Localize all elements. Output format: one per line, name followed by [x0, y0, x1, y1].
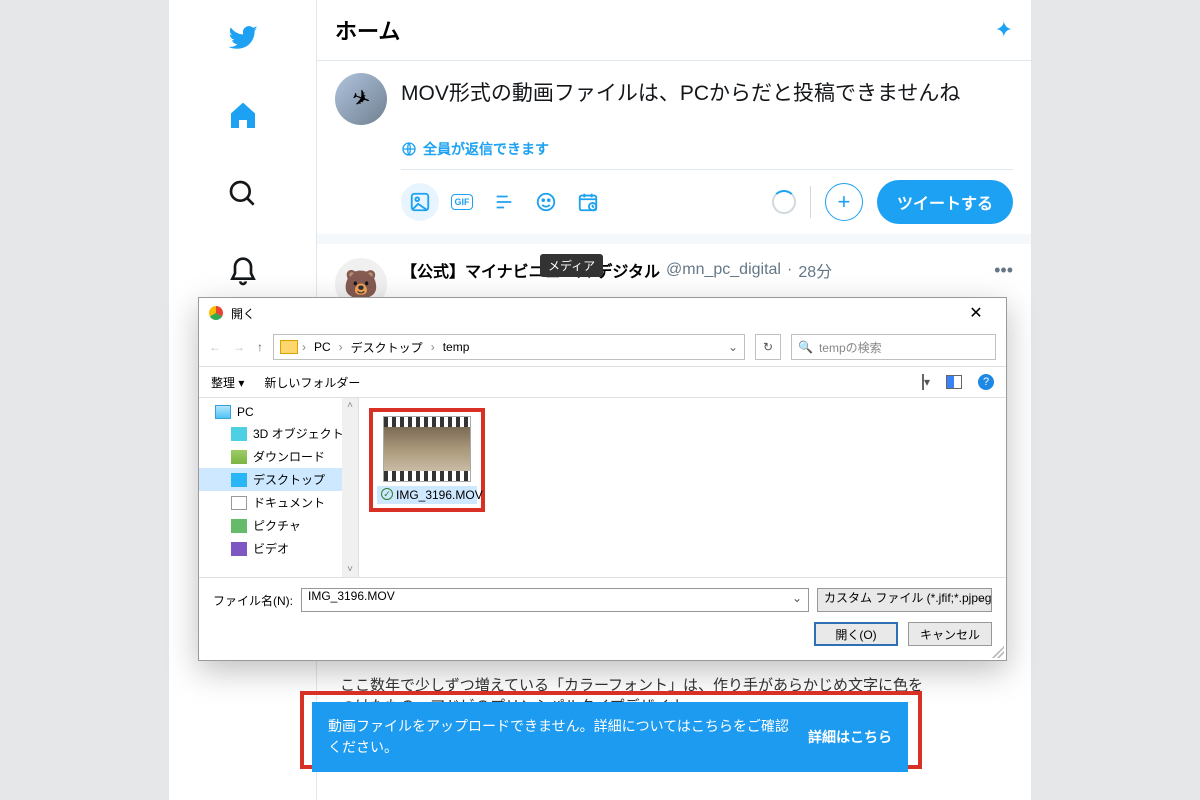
- emoji-icon[interactable]: [527, 183, 565, 221]
- reply-setting[interactable]: 全員が返信できます: [401, 139, 1013, 159]
- dialog-title: 開く: [231, 305, 255, 322]
- breadcrumb[interactable]: デスクトップ: [347, 339, 427, 356]
- help-icon[interactable]: ?: [978, 374, 994, 390]
- gif-icon[interactable]: GIF: [443, 183, 481, 221]
- search-placeholder: tempの検索: [819, 339, 882, 356]
- compose-box: ✈ MOV形式の動画ファイルは、PCからだと投稿できませんね 全員が返信できます…: [317, 61, 1031, 244]
- tree-downloads[interactable]: ダウンロード: [199, 445, 358, 468]
- nav-forward-icon[interactable]: →: [233, 340, 245, 354]
- reply-setting-label: 全員が返信できます: [423, 139, 549, 159]
- avatar[interactable]: ✈: [335, 73, 387, 125]
- path-bar[interactable]: › PC › デスクトップ › temp ⌄: [273, 334, 745, 360]
- schedule-icon[interactable]: [569, 183, 607, 221]
- nav-search-icon[interactable]: [219, 170, 267, 218]
- search-icon: 🔍: [798, 340, 813, 354]
- char-count-spinner: [772, 190, 796, 214]
- view-menu-icon[interactable]: ▾: [922, 375, 930, 389]
- media-icon[interactable]: [401, 183, 439, 221]
- refresh-icon[interactable]: ↻: [755, 334, 781, 360]
- toast-details-link[interactable]: 詳細はこちら: [808, 727, 892, 747]
- sparkle-icon[interactable]: ✦: [995, 17, 1013, 43]
- dialog-toolbar: 整理 ▾ 新しいフォルダー ▾ ?: [199, 366, 1006, 398]
- file-name: IMG_3196.MOV: [396, 488, 483, 502]
- toast-message: 動画ファイルをアップロードできません。詳細についてはこちらをご確認ください。: [328, 716, 792, 758]
- filename-input[interactable]: IMG_3196.MOV: [301, 588, 809, 612]
- feed-author-name: 【公式】マイナビニュース デジタル: [401, 258, 660, 282]
- header: ホーム ✦: [317, 0, 1031, 61]
- breadcrumb[interactable]: temp: [439, 340, 474, 354]
- tree-pictures[interactable]: ピクチャ: [199, 514, 358, 537]
- tree-desktop[interactable]: デスクトップ: [199, 468, 358, 491]
- page-title: ホーム: [335, 14, 400, 46]
- video-thumbnail-icon: [383, 416, 471, 482]
- new-folder-button[interactable]: 新しいフォルダー: [264, 374, 360, 391]
- add-tweet-button[interactable]: +: [825, 183, 863, 221]
- filetype-filter[interactable]: カスタム ファイル (*.jfif;*.pjpeg;*.jp: [817, 588, 992, 612]
- feed-time: 28分: [798, 258, 832, 282]
- folder-icon: [280, 340, 298, 354]
- sync-check-icon: ✓: [381, 488, 393, 500]
- file-item[interactable]: ✓IMG_3196.MOV: [377, 416, 477, 504]
- nav-notifications-icon[interactable]: [219, 248, 267, 296]
- nav-up-icon[interactable]: ↑: [257, 340, 263, 354]
- compose-text[interactable]: MOV形式の動画ファイルは、PCからだと投稿できませんね: [401, 73, 1013, 125]
- search-input[interactable]: 🔍 tempの検索: [791, 334, 996, 360]
- preview-pane-icon[interactable]: [946, 375, 962, 389]
- cancel-button[interactable]: キャンセル: [908, 622, 992, 646]
- tree-scrollbar[interactable]: ˄˅: [342, 398, 358, 577]
- poll-icon[interactable]: [485, 183, 523, 221]
- upload-error-toast: 動画ファイルをアップロードできません。詳細についてはこちらをご確認ください。 詳…: [312, 702, 908, 772]
- feed-more-icon[interactable]: •••: [994, 260, 1013, 281]
- tree-videos[interactable]: ビデオ: [199, 537, 358, 560]
- tree-pc[interactable]: PC: [199, 402, 358, 422]
- folder-tree: PC 3D オブジェクト ダウンロード デスクトップ ドキュメント ピクチャ ビ…: [199, 398, 359, 577]
- nav-back-icon[interactable]: ←: [209, 340, 221, 354]
- dialog-nav: ← → ↑ › PC › デスクトップ › temp ⌄ ↻ 🔍 tempの検索: [199, 328, 1006, 366]
- twitter-logo-icon[interactable]: [219, 14, 267, 62]
- open-button[interactable]: 開く(O): [814, 622, 898, 646]
- dialog-titlebar[interactable]: 開く ✕: [199, 298, 1006, 328]
- file-list[interactable]: ✓IMG_3196.MOV: [359, 398, 1006, 577]
- close-icon[interactable]: ✕: [956, 303, 996, 323]
- chrome-icon: [209, 306, 223, 320]
- tree-documents[interactable]: ドキュメント: [199, 491, 358, 514]
- breadcrumb[interactable]: PC: [310, 340, 335, 354]
- filename-label: ファイル名(N):: [213, 592, 293, 609]
- tree-3d-objects[interactable]: 3D オブジェクト: [199, 422, 358, 445]
- file-open-dialog: 開く ✕ ← → ↑ › PC › デスクトップ › temp ⌄ ↻ 🔍 te…: [198, 297, 1007, 661]
- organize-menu[interactable]: 整理 ▾: [211, 374, 244, 391]
- chevron-down-icon[interactable]: ⌄: [728, 340, 738, 354]
- dialog-footer: ファイル名(N): IMG_3196.MOV カスタム ファイル (*.jfif…: [199, 577, 1006, 660]
- resize-grip[interactable]: [992, 646, 1004, 658]
- media-tooltip: メディア: [540, 254, 603, 277]
- tweet-button[interactable]: ツイートする: [877, 180, 1013, 224]
- compose-toolbar: GIF + ツイートする: [401, 169, 1013, 228]
- annotation-highlight: ✓IMG_3196.MOV: [369, 408, 485, 512]
- feed-author-handle: @mn_pc_digital: [666, 261, 781, 279]
- nav-home-icon[interactable]: [219, 92, 267, 140]
